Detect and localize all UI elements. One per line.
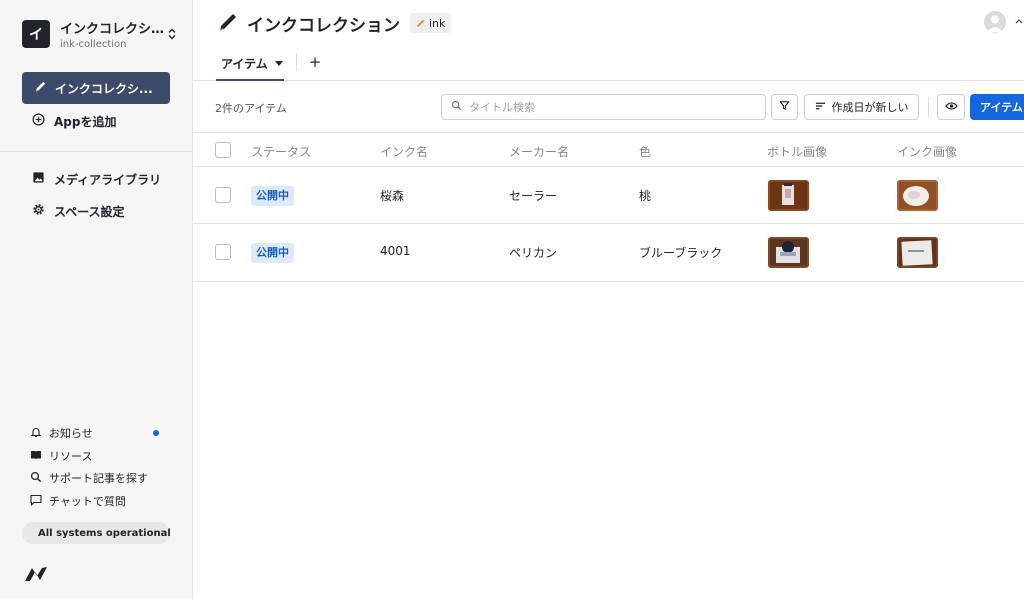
resources-label: リソース	[49, 450, 93, 463]
maker-cell: セーラー	[509, 189, 558, 203]
sidebar: イ インクコレクシ... ink-collection インクコレクシ... A…	[0, 0, 193, 599]
sidebar-divider	[0, 151, 193, 152]
column-header-ink-image[interactable]: インク画像	[897, 143, 957, 160]
sidebar-item-label: スペース設定	[54, 204, 125, 219]
tab-separator	[296, 53, 297, 71]
status-badge: 公開中	[251, 243, 294, 263]
sidebar-item-label: メディアライブラリ	[54, 172, 162, 187]
add-item-label: アイテム	[980, 101, 1023, 114]
sort-icon	[815, 100, 826, 114]
brand-logo-icon	[23, 564, 49, 584]
column-header-ink-name[interactable]: インク名	[380, 143, 428, 160]
space-logo: イ	[22, 20, 50, 48]
system-status-badge[interactable]: All systems operational	[22, 522, 171, 544]
add-app-label: Appを追加	[54, 114, 117, 129]
notifications-label: お知らせ	[49, 427, 93, 440]
tab-items[interactable]: アイテム	[216, 48, 284, 81]
user-avatar[interactable]	[984, 11, 1006, 33]
page-header: インクコレクション ink	[217, 10, 452, 36]
title-search-input[interactable]	[469, 100, 749, 114]
row-checkbox[interactable]	[215, 244, 231, 260]
image-icon	[32, 171, 45, 187]
sort-button[interactable]: 作成日が新しい	[804, 94, 919, 120]
api-endpoint-tag[interactable]: ink	[410, 13, 452, 33]
main-content: インクコレクション ink アイテム + 2件のアイテム タイトル検索 作成日が…	[193, 0, 1024, 599]
select-all-checkbox[interactable]	[215, 142, 231, 158]
api-endpoint-label: ink	[429, 16, 446, 30]
color-cell: 桃	[639, 189, 652, 203]
sidebar-item-media-library[interactable]: メディアライブラリ	[32, 169, 161, 189]
page-title: インクコレクション	[247, 15, 400, 36]
chat-label: チャットで質問	[49, 495, 126, 508]
maker-cell: ペリカン	[509, 246, 558, 260]
ink-name-cell: 4001	[380, 244, 411, 258]
item-count: 2件のアイテム	[215, 102, 287, 115]
more-menu-icon[interactable]	[1015, 16, 1024, 28]
space-id: ink-collection	[60, 39, 127, 50]
add-view-button[interactable]: +	[305, 52, 325, 72]
column-visibility-button[interactable]	[937, 94, 965, 120]
sidebar-item-label: インクコレクシ...	[55, 81, 153, 96]
bottle-image-thumbnail[interactable]	[768, 237, 809, 268]
bottle-image-thumbnail[interactable]	[768, 180, 809, 211]
table-row[interactable]: 公開中 桜森 セーラー 桃	[193, 167, 1024, 224]
chat-link[interactable]: チャットで質問	[30, 492, 126, 510]
column-header-status[interactable]: ステータス	[251, 143, 311, 160]
list-toolbar: 2件のアイテム 作成日が新しい アイテム	[193, 82, 1024, 133]
search-support-link[interactable]: サポート記事を探す	[30, 469, 148, 487]
caret-down-icon	[274, 61, 283, 66]
resources-link[interactable]: リソース	[30, 447, 92, 465]
row-checkbox[interactable]	[215, 187, 231, 203]
add-app-button[interactable]: Appを追加	[32, 111, 116, 131]
bell-icon	[30, 426, 42, 441]
chevron-up-down-icon	[167, 26, 177, 42]
filter-icon	[779, 100, 790, 114]
ink-name-cell: 桜森	[380, 189, 405, 203]
search-support-label: サポート記事を探す	[49, 472, 148, 485]
space-info: インクコレクシ... ink-collection	[60, 18, 165, 50]
gear-icon	[32, 203, 45, 219]
eye-icon	[944, 100, 958, 114]
plus-circle-icon	[32, 113, 45, 129]
chat-icon	[30, 494, 42, 509]
unread-dot	[153, 430, 159, 436]
system-status-label: All systems operational	[38, 527, 171, 539]
search-box	[441, 94, 766, 120]
status-badge: 公開中	[251, 186, 294, 206]
view-tabs: アイテム +	[193, 48, 1024, 81]
filter-button[interactable]	[771, 94, 798, 120]
space-name: インクコレクシ...	[60, 22, 165, 37]
toolbar-separator	[928, 97, 929, 117]
book-icon	[30, 449, 42, 464]
color-cell: ブルーブラック	[639, 246, 723, 260]
tab-items-label: アイテム	[221, 57, 268, 71]
ink-image-thumbnail[interactable]	[897, 237, 938, 268]
pen-icon	[34, 80, 47, 96]
space-switcher[interactable]: イ インクコレクシ... ink-collection	[22, 17, 177, 51]
ink-image-thumbnail[interactable]	[897, 180, 938, 211]
table-header: ステータス インク名 メーカー名 色 ボトル画像 インク画像	[193, 134, 1024, 167]
column-header-maker[interactable]: メーカー名	[509, 143, 569, 160]
column-header-bottle-image[interactable]: ボトル画像	[767, 143, 827, 160]
pen-icon	[217, 11, 239, 36]
pen-icon	[417, 19, 425, 27]
add-item-button[interactable]: アイテム	[970, 94, 1024, 120]
search-icon	[451, 100, 462, 114]
column-header-color[interactable]: 色	[639, 143, 651, 160]
table-row[interactable]: 公開中 4001 ペリカン ブルーブラック	[193, 225, 1024, 282]
sort-label: 作成日が新しい	[831, 101, 909, 114]
notifications-link[interactable]: お知らせ	[30, 424, 93, 442]
sidebar-item-space-settings[interactable]: スペース設定	[32, 201, 125, 221]
search-icon	[30, 471, 42, 486]
sidebar-item-ink-collection[interactable]: インクコレクシ...	[22, 72, 170, 104]
